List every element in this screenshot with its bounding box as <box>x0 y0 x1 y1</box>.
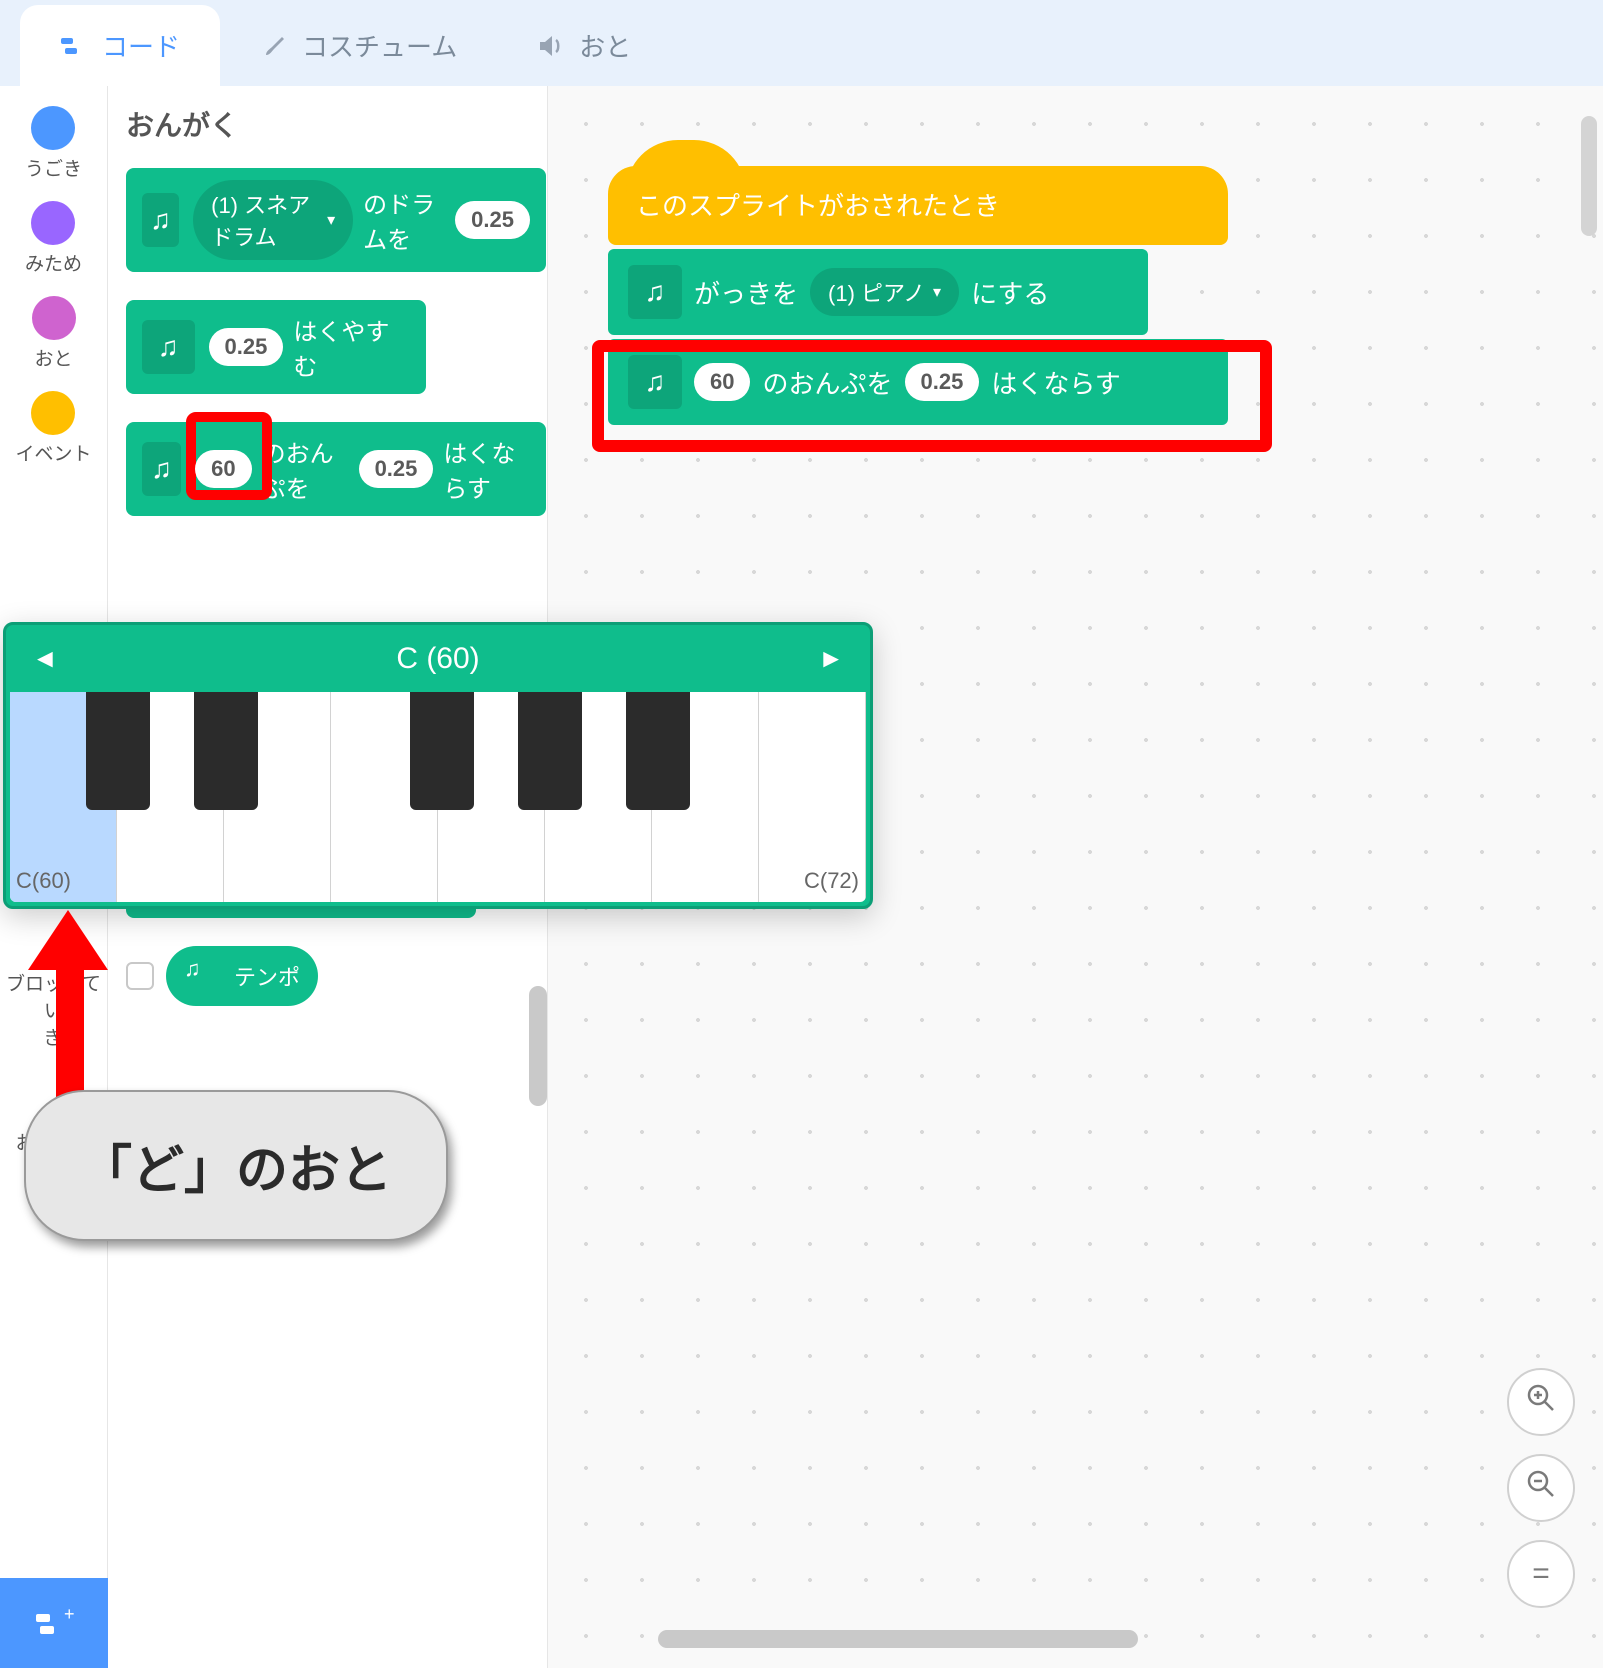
script-note-input[interactable]: 60 <box>694 363 750 401</box>
drum-dropdown[interactable]: (1) スネアドラム <box>193 180 353 260</box>
palette-scrollbar[interactable] <box>529 986 547 1106</box>
svg-text:+: + <box>64 1608 74 1624</box>
tab-costumes-label: コスチューム <box>302 27 457 64</box>
category-events-label: イベント <box>15 439 91 466</box>
play-note-text1: のおんぷを <box>262 434 349 504</box>
block-stack[interactable]: このスプライトがおされたとき ♫ がっきを (1) ピアノ にする ♫ 60 の… <box>608 166 1228 425</box>
category-sound-label: おと <box>34 344 72 371</box>
piano-key-ds[interactable] <box>194 692 258 810</box>
category-events[interactable]: イベント <box>15 385 91 472</box>
tab-sounds-label: おと <box>579 27 631 64</box>
zoom-out-button[interactable] <box>1507 1454 1575 1522</box>
editor-tabs: コード コスチューム おと <box>0 0 1603 86</box>
tempo-monitor-checkbox[interactable] <box>126 962 154 990</box>
block-play-note[interactable]: ♫ 60 のおんぷを 0.25 はくならす <box>126 422 546 516</box>
category-looks[interactable]: みため <box>25 195 82 282</box>
events-dot-icon <box>31 391 75 435</box>
note-input[interactable]: 60 <box>195 450 251 488</box>
script-beats-input[interactable]: 0.25 <box>905 363 980 401</box>
tempo-reporter-row: ♫ テンポ <box>126 946 539 1006</box>
key-label-high: C(72) <box>804 868 859 894</box>
category-motion-label: うごき <box>25 154 82 181</box>
note-picker-title: C (60) <box>396 642 479 676</box>
zoom-in-button[interactable] <box>1507 1368 1575 1436</box>
key-label-low: C(60) <box>16 868 71 894</box>
drum-text: のドラムを <box>363 185 445 255</box>
script-v-scrollbar[interactable] <box>1581 116 1597 236</box>
code-icon <box>60 31 90 61</box>
hat-label: このスプライトがおされたとき <box>636 191 1000 221</box>
piano-key-cs[interactable] <box>86 692 150 810</box>
sound-dot-icon <box>32 296 76 340</box>
category-myblocks[interactable]: ブロックてい ぎ <box>0 963 107 1056</box>
tempo-reporter-label: テンポ <box>234 960 300 992</box>
category-myblocks-label: ブロックてい ぎ <box>0 969 107 1050</box>
octave-right-button[interactable]: ► <box>808 639 854 678</box>
note-picker-popup: ◄ C (60) ► C(60) C(72) <box>3 622 873 909</box>
music-block-icon: ♫ <box>628 355 682 409</box>
piano-key-as[interactable] <box>626 692 690 810</box>
piano-key-fs[interactable] <box>410 692 474 810</box>
category-motion[interactable]: うごき <box>25 100 82 187</box>
piano-key-c72[interactable]: C(72) <box>759 692 866 902</box>
set-instr-text1: がっきを <box>694 274 798 311</box>
octave-left-button[interactable]: ◄ <box>22 639 68 678</box>
script-play-text2: はくならす <box>991 364 1120 401</box>
category-sound[interactable]: おと <box>32 290 76 377</box>
rest-text: はくやすむ <box>293 312 410 382</box>
piano-key-gs[interactable] <box>518 692 582 810</box>
category-looks-label: みため <box>25 249 82 276</box>
zoom-controls: = <box>1507 1368 1575 1608</box>
hat-when-sprite-clicked[interactable]: このスプライトがおされたとき <box>608 166 1228 245</box>
tab-sounds[interactable]: おと <box>497 5 671 86</box>
tab-costumes[interactable]: コスチューム <box>220 5 497 86</box>
play-note-text2: はくならす <box>443 434 530 504</box>
block-set-instrument[interactable]: ♫ がっきを (1) ピアノ にする <box>608 249 1148 335</box>
block-play-drum[interactable]: ♫ (1) スネアドラム のドラムを 0.25 <box>126 168 546 272</box>
block-tempo-reporter[interactable]: ♫ テンポ <box>166 946 318 1006</box>
note-picker-header: ◄ C (60) ► <box>10 629 866 692</box>
sound-icon <box>537 31 567 61</box>
annotation-callout: 「ど」のおと <box>24 1090 448 1241</box>
music-block-icon: ♫ <box>142 320 195 374</box>
motion-dot-icon <box>31 106 75 150</box>
tab-code-label: コード <box>102 27 180 64</box>
instrument-dropdown[interactable]: (1) ピアノ <box>810 268 959 316</box>
block-play-note-script[interactable]: ♫ 60 のおんぷを 0.25 はくならす <box>608 339 1228 425</box>
script-play-text1: のおんぷを <box>762 364 892 401</box>
palette-title: おんがく <box>126 104 539 144</box>
music-block-icon: ♫ <box>628 265 682 319</box>
music-block-icon: ♫ <box>142 442 181 496</box>
rest-beats-input[interactable]: 0.25 <box>209 328 284 366</box>
add-extension-button[interactable]: + <box>0 1578 108 1668</box>
brush-icon <box>260 31 290 61</box>
zoom-reset-button[interactable]: = <box>1507 1540 1575 1608</box>
piano-keys: C(60) C(72) <box>10 692 866 902</box>
looks-dot-icon <box>31 201 75 245</box>
note-beats-input[interactable]: 0.25 <box>359 450 434 488</box>
drum-beats-input[interactable]: 0.25 <box>455 201 530 239</box>
block-rest[interactable]: ♫ 0.25 はくやすむ <box>126 300 426 394</box>
music-block-icon: ♫ <box>184 956 224 996</box>
music-block-icon: ♫ <box>142 193 179 247</box>
set-instr-text2: にする <box>971 274 1049 311</box>
tab-code[interactable]: コード <box>20 5 220 86</box>
script-h-scrollbar[interactable] <box>658 1630 1138 1648</box>
